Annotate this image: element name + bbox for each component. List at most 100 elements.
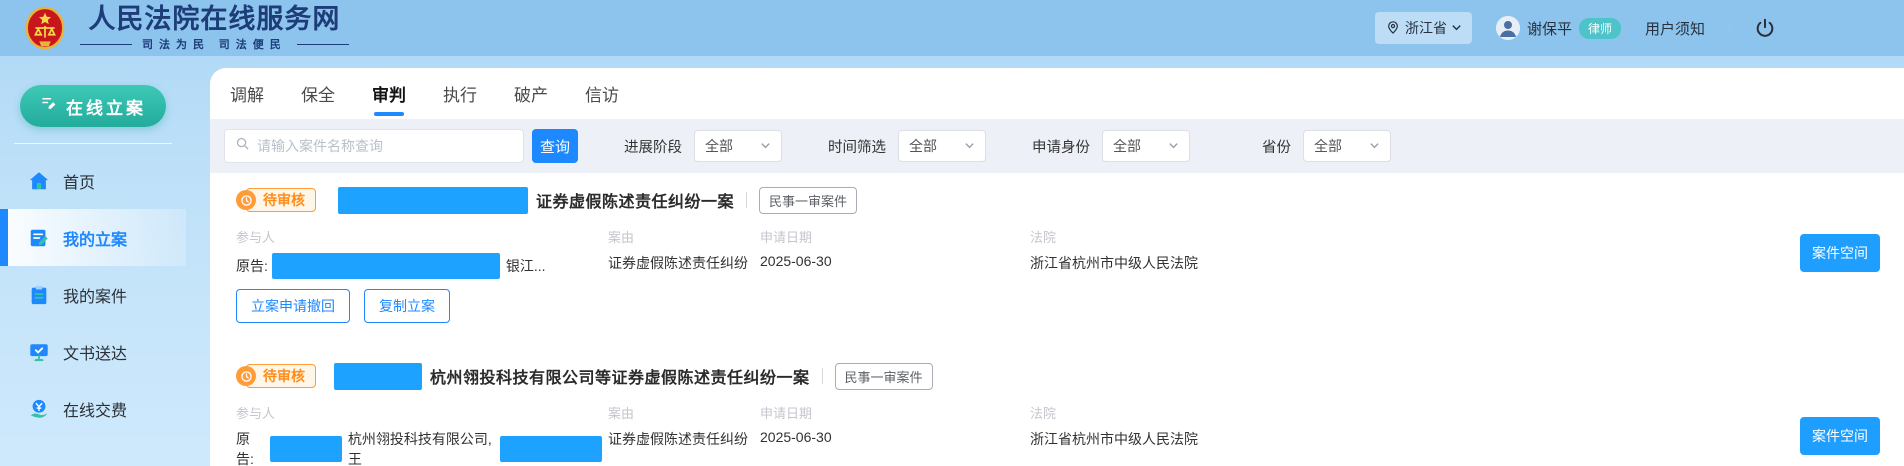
case-space-button[interactable]: 案件空间 bbox=[1800, 417, 1880, 455]
plaintiff-tail: 银江... bbox=[505, 258, 546, 274]
cause-column: 案由 证券虚假陈述责任纠纷 bbox=[608, 403, 760, 449]
region-selector[interactable]: 浙江省 bbox=[1374, 12, 1472, 44]
sidebar-item-label: 首页 bbox=[63, 174, 96, 192]
tab-trial[interactable]: 审判 bbox=[372, 75, 406, 112]
header-divider bbox=[1729, 20, 1730, 36]
title-divider bbox=[746, 192, 748, 208]
plaintiff-mid: 杭州翎投科技有限公司, 王 bbox=[347, 431, 492, 466]
status-badge: 待审核 bbox=[246, 364, 316, 388]
case-card: 待审核 证券虚假陈述责任纠纷一案 民事一审案件 参与人 原告: 银江... 案由 bbox=[236, 183, 1880, 323]
main-panel: 调解 保全 审判 执行 破产 信访 查询 进展阶段 全部 bbox=[210, 68, 1904, 466]
filter-time: 时间筛选 全部 bbox=[828, 130, 986, 162]
title-divider bbox=[821, 368, 823, 384]
participants-column: 参与人 原告: 银江... bbox=[236, 227, 608, 279]
sidebar-item-online-payment[interactable]: 在线交费 bbox=[0, 380, 186, 437]
participants-column: 参与人 原告: 杭州翎投科技有限公司, 王 bbox=[236, 403, 608, 466]
search-button[interactable]: 查询 bbox=[532, 129, 578, 163]
plaintiff-prefix: 原告: bbox=[236, 258, 268, 274]
case-detail-row: 参与人 原告: 杭州翎投科技有限公司, 王 案由 证券虚假陈述责任纠纷 申请日期… bbox=[236, 403, 1880, 466]
plaintiff-line: 原告: 杭州翎投科技有限公司, 王 bbox=[236, 429, 608, 466]
cause-column: 案由 证券虚假陈述责任纠纷 bbox=[608, 227, 760, 273]
location-pin-icon bbox=[1385, 19, 1401, 38]
select-value: 全部 bbox=[1314, 138, 1342, 154]
filing-icon bbox=[28, 227, 50, 249]
province-select[interactable]: 全部 bbox=[1303, 130, 1391, 162]
case-header: 待审核 证券虚假陈述责任纠纷一案 民事一审案件 bbox=[236, 183, 1880, 217]
tab-bar: 调解 保全 审判 执行 破产 信访 bbox=[210, 68, 1904, 119]
case-card: 待审核 杭州翎投科技有限公司等证券虚假陈述责任纠纷一案 民事一审案件 参与人 原… bbox=[236, 359, 1880, 466]
online-filing-button[interactable]: 在线立案 bbox=[20, 85, 166, 127]
date-label: 申请日期 bbox=[760, 406, 813, 421]
date-label: 申请日期 bbox=[760, 230, 813, 245]
search-icon bbox=[235, 136, 250, 156]
date-value: 2025-06-30 bbox=[760, 253, 832, 269]
case-space-button[interactable]: 案件空间 bbox=[1800, 234, 1880, 272]
brand-block: 人民法院在线服务网 司法为民 司法便民 bbox=[80, 4, 349, 52]
tab-bankruptcy[interactable]: 破产 bbox=[514, 75, 548, 112]
power-icon[interactable] bbox=[1754, 17, 1776, 39]
filter-label: 时间筛选 bbox=[828, 139, 886, 156]
case-detail-row: 参与人 原告: 银江... 案由 证券虚假陈述责任纠纷 申请日期 2025-06… bbox=[236, 227, 1880, 279]
identity-select[interactable]: 全部 bbox=[1102, 130, 1190, 162]
search-input[interactable] bbox=[257, 138, 513, 154]
pending-clock-icon bbox=[236, 190, 256, 210]
sidebar-item-label: 我的立案 bbox=[63, 231, 128, 249]
redaction-block bbox=[334, 362, 422, 390]
edit-icon bbox=[40, 95, 58, 118]
date-value: 2025-06-30 bbox=[760, 429, 832, 445]
case-type-tag: 民事一审案件 bbox=[759, 186, 858, 214]
brand-tagline: 司法为民 司法便民 bbox=[80, 36, 349, 52]
redaction-block bbox=[269, 436, 342, 462]
cause-value: 证券虚假陈述责任纠纷 bbox=[608, 431, 748, 447]
filter-applicant-identity: 申请身份 全部 bbox=[1032, 130, 1190, 162]
tab-enforcement[interactable]: 执行 bbox=[443, 75, 477, 112]
select-value: 全部 bbox=[909, 138, 937, 154]
page-title: 人民法院在线服务网 bbox=[88, 4, 341, 34]
filter-progress-stage: 进展阶段 全部 bbox=[624, 130, 782, 162]
select-value: 全部 bbox=[705, 138, 733, 154]
user-notice-link[interactable]: 用户须知 bbox=[1645, 18, 1705, 39]
search-box bbox=[224, 129, 524, 163]
plaintiff-line: 原告: 银江... bbox=[236, 253, 608, 279]
court-label: 法院 bbox=[1030, 406, 1057, 421]
cause-value: 证券虚假陈述责任纠纷 bbox=[608, 255, 748, 271]
court-column: 法院 浙江省杭州市中级人民法院 bbox=[1030, 403, 1880, 449]
filter-province: 省份 全部 bbox=[1262, 130, 1391, 162]
chevron-down-icon bbox=[1369, 138, 1380, 154]
cause-label: 案由 bbox=[608, 406, 635, 421]
court-label: 法院 bbox=[1030, 230, 1057, 245]
progress-stage-select[interactable]: 全部 bbox=[694, 130, 782, 162]
tab-petition[interactable]: 信访 bbox=[585, 75, 619, 112]
clipboard-icon bbox=[28, 284, 50, 306]
user-chip[interactable]: 谢保平 律师 bbox=[1495, 16, 1621, 40]
filter-bar: 查询 进展阶段 全部 时间筛选 全部 申请身份 全部 bbox=[210, 119, 1904, 173]
court-column: 法院 浙江省杭州市中级人民法院 bbox=[1030, 227, 1880, 273]
status-badge: 待审核 bbox=[246, 188, 316, 212]
tab-mediation[interactable]: 调解 bbox=[230, 75, 264, 112]
case-header: 待审核 杭州翎投科技有限公司等证券虚假陈述责任纠纷一案 民事一审案件 bbox=[236, 359, 1880, 393]
case-type-tag: 民事一审案件 bbox=[834, 362, 933, 390]
header-right: 浙江省 谢保平 律师 用户须知 bbox=[1374, 12, 1776, 44]
sidebar-item-home[interactable]: 首页 bbox=[0, 152, 186, 209]
court-value: 浙江省杭州市中级人民法院 bbox=[1030, 431, 1198, 447]
chevron-down-icon bbox=[964, 138, 975, 154]
chevron-down-icon bbox=[1451, 20, 1462, 36]
withdraw-filing-button[interactable]: 立案申请撤回 bbox=[236, 289, 350, 323]
sidebar-item-document-delivery[interactable]: 文书送达 bbox=[0, 323, 186, 380]
sidebar-item-my-cases[interactable]: 我的案件 bbox=[0, 266, 186, 323]
case-title: 杭州翎投科技有限公司等证券虚假陈述责任纠纷一案 bbox=[430, 370, 810, 387]
sidebar-divider bbox=[14, 143, 172, 144]
redaction-block bbox=[338, 186, 528, 214]
region-label: 浙江省 bbox=[1404, 20, 1447, 36]
redaction-block bbox=[271, 253, 500, 279]
court-emblem-icon bbox=[22, 5, 68, 51]
select-value: 全部 bbox=[1113, 138, 1141, 154]
date-column: 申请日期 2025-06-30 bbox=[760, 403, 1030, 445]
tab-preservation[interactable]: 保全 bbox=[301, 75, 335, 112]
sidebar-item-my-filings[interactable]: 我的立案 bbox=[0, 209, 186, 266]
payment-icon bbox=[28, 398, 50, 420]
time-filter-select[interactable]: 全部 bbox=[898, 130, 986, 162]
copy-filing-button[interactable]: 复制立案 bbox=[364, 289, 450, 323]
redaction-block bbox=[499, 436, 602, 462]
sidebar: 在线立案 首页 我的立案 我的案件 文书送达 在线交费 bbox=[0, 56, 186, 466]
